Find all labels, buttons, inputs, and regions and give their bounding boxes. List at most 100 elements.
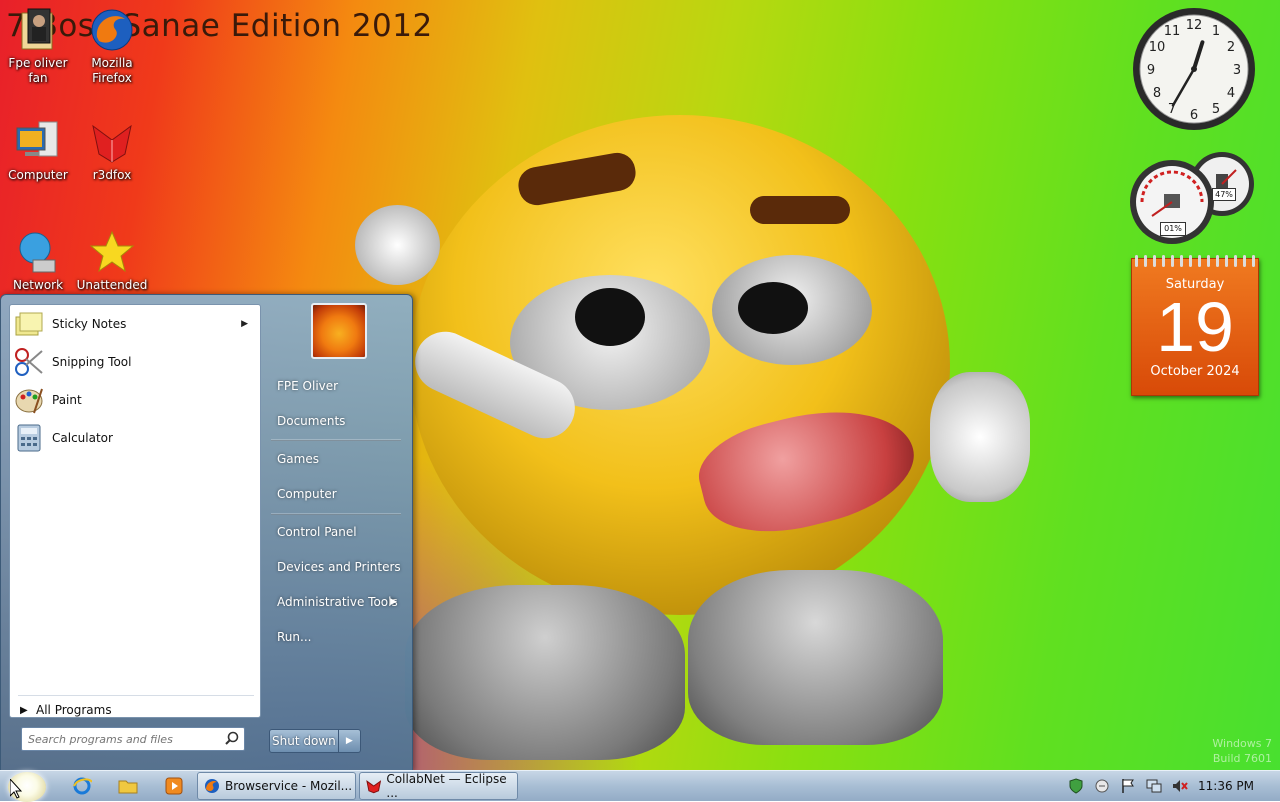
taskbar: Browservice - Mozil... CollabNet — Eclip… — [0, 770, 1280, 802]
menu-item-run[interactable]: Run... — [267, 625, 403, 649]
svg-text:2: 2 — [1227, 40, 1235, 55]
start-menu: Sticky Notes ▶ Snipping Tool Paint Calcu… — [0, 294, 413, 772]
network-icon — [14, 228, 62, 276]
program-item-calculator[interactable]: Calculator — [14, 421, 256, 455]
eclipse-icon — [366, 780, 382, 794]
menu-item-administrative-tools[interactable]: Administrative Tools ▶ — [267, 590, 403, 614]
menu-item-computer[interactable]: Computer — [267, 482, 403, 506]
search-icon[interactable] — [220, 731, 244, 748]
wallpaper-smiley-shoe — [688, 570, 943, 745]
wallpaper-smiley-brow — [750, 196, 850, 224]
watermark-line: Build 7601 — [1212, 752, 1272, 765]
all-programs-button[interactable]: ▶ All Programs — [20, 699, 256, 721]
calendar-rings — [1132, 255, 1258, 267]
taskbar-task-firefox[interactable]: Browservice - Mozil... — [197, 772, 356, 800]
desktop-icon-label: Mozilla Firefox — [91, 56, 133, 85]
paint-palette-icon — [14, 385, 44, 415]
desktop-icon-network[interactable]: Network — [0, 228, 76, 293]
desktop-icon-label: Unattended — [76, 278, 148, 292]
svg-text:11: 11 — [1164, 24, 1181, 39]
program-item-label: Paint — [52, 393, 82, 407]
folder-icon[interactable] — [116, 775, 140, 797]
program-item-label: Sticky Notes — [52, 317, 127, 331]
security-shield-icon[interactable] — [1068, 778, 1084, 794]
program-item-label: Snipping Tool — [52, 355, 132, 369]
all-programs-divider — [18, 695, 254, 696]
desktop-icon-fpe-oliver-fan[interactable]: Fpe oliver fan — [0, 6, 76, 86]
firefox-icon — [205, 779, 219, 793]
desktop-icon-label: Computer — [8, 168, 68, 182]
calendar-month-year: October 2024 — [1150, 364, 1240, 379]
start-menu-programs-pane: Sticky Notes ▶ Snipping Tool Paint Calcu… — [9, 304, 261, 718]
shutdown-button[interactable]: Shut down — [269, 729, 339, 753]
search-input[interactable] — [22, 731, 220, 747]
submenu-arrow-icon: ▶ — [390, 597, 397, 607]
all-programs-label: All Programs — [36, 703, 112, 717]
wallpaper-smiley-shoe — [405, 585, 685, 760]
menu-item-devices-printers[interactable]: Devices and Printers — [267, 555, 403, 579]
taskbar-task-label: CollabNet — Eclipse ... — [386, 772, 507, 800]
svg-text:6: 6 — [1190, 108, 1198, 123]
watermark-line: Windows 7 — [1212, 737, 1272, 750]
svg-text:1: 1 — [1212, 24, 1220, 39]
sticky-notes-icon — [14, 309, 44, 339]
shutdown-control: Shut down ▶ — [269, 729, 361, 753]
volume-muted-icon[interactable] — [1172, 778, 1188, 794]
menu-divider — [271, 513, 401, 515]
program-item-sticky-notes[interactable]: Sticky Notes ▶ — [14, 307, 256, 341]
taskbar-task-label: Browservice - Mozil... — [225, 779, 353, 793]
calculator-icon — [14, 423, 44, 453]
star-icon — [88, 228, 136, 276]
desktop-icon-label: r3dfox — [92, 168, 132, 182]
shutdown-options-arrow-icon[interactable]: ▶ — [338, 729, 361, 753]
media-player-icon[interactable] — [162, 775, 186, 797]
cpu-usage-label: 01% — [1160, 222, 1186, 236]
user-avatar[interactable] — [311, 303, 367, 359]
mouse-cursor-icon — [10, 779, 22, 799]
calendar-date: 19 — [1156, 288, 1234, 366]
desktop-icon-computer[interactable]: Computer — [0, 118, 76, 183]
taskbar-clock[interactable]: 11:36 PM — [1198, 779, 1254, 793]
circle-status-icon[interactable] — [1094, 778, 1110, 794]
menu-item-games[interactable]: Games — [267, 447, 403, 471]
submenu-arrow-icon: ▶ — [241, 319, 248, 329]
menu-item-documents[interactable]: Documents — [267, 409, 403, 433]
clock-gadget[interactable]: 12 1 2 345 678 9 10 11 — [1131, 6, 1257, 132]
calendar-gadget[interactable]: Saturday 19 October 2024 — [1131, 255, 1259, 396]
svg-text:10: 10 — [1149, 40, 1166, 55]
start-menu-places-pane: FPE Oliver Documents Games Computer Cont… — [263, 295, 411, 771]
computer-icon — [14, 118, 62, 166]
cpu-meter-gadget[interactable]: 01% 47% — [1130, 150, 1256, 245]
menu-item-control-panel[interactable]: Control Panel — [267, 520, 403, 544]
wallpaper-smiley-glove — [355, 205, 440, 285]
svg-text:9: 9 — [1147, 63, 1155, 78]
menu-divider — [271, 439, 401, 441]
wallpaper-smiley-glove — [930, 372, 1030, 502]
desktop-icon-label: Fpe oliver fan — [8, 56, 68, 85]
taskbar-task-eclipse[interactable]: CollabNet — Eclipse ... — [359, 772, 518, 800]
network-status-icon[interactable] — [1146, 778, 1162, 794]
windows-watermark: Windows 7 Build 7601 — [1212, 736, 1272, 766]
wallpaper-smiley-pupil — [575, 288, 645, 346]
desktop-icon-r3dfox[interactable]: r3dfox — [74, 118, 150, 183]
menu-item-user-folder[interactable]: FPE Oliver — [267, 374, 403, 398]
scissors-icon — [14, 347, 44, 377]
firefox-icon — [88, 6, 136, 54]
wallpaper-smiley-pupil — [738, 282, 808, 334]
svg-text:4: 4 — [1227, 86, 1235, 101]
user-folder-icon — [14, 6, 62, 54]
program-item-snipping-tool[interactable]: Snipping Tool — [14, 345, 256, 379]
program-item-paint[interactable]: Paint — [14, 383, 256, 417]
desktop-icon-label: Network — [12, 278, 64, 292]
svg-text:5: 5 — [1212, 102, 1220, 117]
expand-arrow-icon: ▶ — [20, 704, 28, 716]
desktop-icon-unattended[interactable]: Unattended — [74, 228, 150, 293]
desktop-icon-mozilla-firefox[interactable]: Mozilla Firefox — [74, 6, 150, 86]
svg-text:12: 12 — [1186, 18, 1203, 33]
svg-text:8: 8 — [1153, 86, 1161, 101]
action-center-flag-icon[interactable] — [1120, 778, 1136, 794]
search-programs-box[interactable] — [21, 727, 245, 751]
r3dfox-icon — [88, 118, 136, 166]
program-item-label: Calculator — [52, 431, 113, 445]
internet-explorer-icon[interactable] — [70, 775, 94, 797]
